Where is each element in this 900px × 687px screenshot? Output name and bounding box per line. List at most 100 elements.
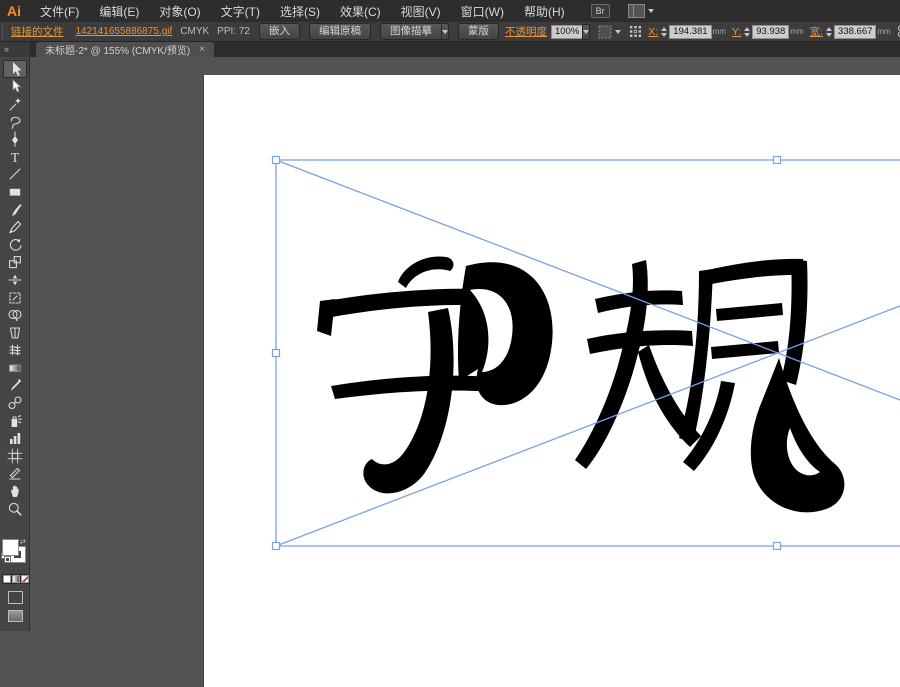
- default-fill-stroke-icon[interactable]: [2, 554, 9, 561]
- type-tool[interactable]: T: [3, 148, 27, 166]
- toolbar-collapse-button[interactable]: »: [0, 42, 30, 57]
- eyedropper-tool[interactable]: [3, 377, 27, 395]
- illustrator-logo: Ai: [0, 3, 30, 19]
- style-thumbnail-icon: [598, 25, 613, 39]
- gradient-mode-button[interactable]: [12, 575, 20, 583]
- menu-effect[interactable]: 效果(C): [330, 3, 391, 20]
- x-unit: mm: [713, 27, 726, 36]
- chevron-down-icon: [648, 9, 654, 13]
- y-unit: mm: [790, 27, 803, 36]
- constrain-proportions-toggle[interactable]: [895, 25, 900, 38]
- chevron-down-icon: [615, 30, 621, 34]
- fill-stroke-controls: ⇄: [0, 538, 29, 630]
- x-input[interactable]: 194.381: [669, 25, 711, 39]
- opacity-input[interactable]: 100%: [551, 25, 583, 39]
- zoom-tool[interactable]: [3, 500, 27, 518]
- paintbrush-tool[interactable]: [3, 201, 27, 219]
- scale-tool[interactable]: [3, 254, 27, 272]
- direct-selection-tool[interactable]: [3, 78, 27, 96]
- width-tool[interactable]: [3, 271, 27, 289]
- menu-view[interactable]: 视图(V): [391, 3, 451, 20]
- mesh-tool[interactable]: [3, 342, 27, 360]
- screen-mode-button[interactable]: [8, 610, 23, 622]
- ppi-label: PPI: 72: [217, 26, 250, 37]
- linked-file-label[interactable]: 链接的文件: [11, 24, 64, 39]
- lasso-icon: [7, 114, 23, 130]
- menu-file[interactable]: 文件(F): [30, 3, 89, 20]
- column-graph-tool[interactable]: [3, 429, 27, 447]
- direct-selection-icon: [7, 78, 23, 94]
- lasso-tool[interactable]: [3, 113, 27, 131]
- close-icon[interactable]: ×: [199, 45, 205, 55]
- width-unit: mm: [877, 27, 890, 36]
- mask-button[interactable]: 蒙版: [458, 23, 499, 40]
- selection-icon: [7, 61, 23, 77]
- color-mode-label: CMYK: [180, 26, 209, 37]
- menu-select[interactable]: 选择(S): [270, 3, 330, 20]
- menu-type[interactable]: 文字(T): [211, 3, 270, 20]
- style-dropdown[interactable]: [598, 25, 621, 39]
- symbol-sprayer-tool[interactable]: [3, 412, 27, 430]
- svg-text:T: T: [10, 150, 19, 165]
- y-input[interactable]: 93.938: [752, 25, 789, 39]
- color-mode-button[interactable]: [3, 575, 11, 583]
- width-input[interactable]: 338.667: [834, 25, 876, 39]
- bridge-button[interactable]: Br: [591, 4, 610, 18]
- artboard-icon: [7, 448, 23, 464]
- y-stepper[interactable]: [744, 27, 750, 37]
- none-mode-button[interactable]: [21, 575, 29, 583]
- blend-icon: [7, 395, 23, 411]
- artboard[interactable]: [203, 75, 900, 687]
- perspective-grid-tool[interactable]: [3, 324, 27, 342]
- slice-icon: [7, 465, 23, 481]
- selection-tool[interactable]: [3, 60, 27, 78]
- menu-object[interactable]: 对象(O): [149, 3, 210, 20]
- blend-tool[interactable]: [3, 394, 27, 412]
- reference-point-selector[interactable]: [629, 25, 642, 38]
- slice-tool[interactable]: [3, 465, 27, 483]
- pencil-icon: [7, 219, 23, 235]
- line-segment-tool[interactable]: [3, 166, 27, 184]
- menu-help[interactable]: 帮助(H): [514, 3, 575, 20]
- width-stepper[interactable]: [826, 27, 832, 37]
- drawing-mode-button[interactable]: [8, 591, 23, 604]
- paintbrush-icon: [7, 202, 23, 218]
- width-label[interactable]: 宽:: [810, 24, 823, 39]
- workspace-switcher[interactable]: [628, 4, 654, 18]
- hand-tool[interactable]: [3, 482, 27, 500]
- magic-wand-icon: [7, 96, 23, 112]
- swap-fill-stroke-icon[interactable]: ⇄: [20, 538, 26, 546]
- opacity-dropdown[interactable]: [582, 24, 590, 40]
- image-trace-dropdown[interactable]: [442, 23, 449, 40]
- zoom-icon: [7, 501, 23, 517]
- gradient-tool[interactable]: [3, 359, 27, 377]
- mesh-icon: [7, 342, 23, 358]
- pencil-tool[interactable]: [3, 218, 27, 236]
- rotate-tool[interactable]: [3, 236, 27, 254]
- tools-panel: T ⇄: [0, 57, 30, 631]
- x-label[interactable]: X:: [648, 26, 658, 38]
- symbol-sprayer-icon: [7, 413, 23, 429]
- image-trace-button[interactable]: 图像描摹: [380, 23, 442, 40]
- pen-tool[interactable]: [3, 130, 27, 148]
- rectangle-tool[interactable]: [3, 183, 27, 201]
- linked-file-name[interactable]: 142141655886875.gif: [76, 26, 173, 37]
- document-tab[interactable]: 未标题-2* @ 155% (CMYK/预览) ×: [36, 42, 214, 57]
- pen-icon: [7, 131, 23, 147]
- magic-wand-tool[interactable]: [3, 95, 27, 113]
- artboard-tool[interactable]: [3, 447, 27, 465]
- opacity-label[interactable]: 不透明度: [505, 24, 547, 39]
- canvas-area[interactable]: [30, 57, 900, 687]
- embed-button[interactable]: 嵌入: [259, 23, 300, 40]
- edit-original-button[interactable]: 编辑原稿: [309, 23, 371, 40]
- x-stepper[interactable]: [661, 27, 667, 37]
- shape-builder-tool[interactable]: [3, 306, 27, 324]
- rectangle-icon: [7, 184, 23, 200]
- perspective-grid-icon: [7, 325, 23, 341]
- menu-window[interactable]: 窗口(W): [451, 3, 514, 20]
- chevron-down-icon: [583, 30, 589, 34]
- free-transform-tool[interactable]: [3, 289, 27, 307]
- y-label[interactable]: Y:: [732, 26, 741, 38]
- fill-swatch[interactable]: [3, 540, 18, 555]
- menu-edit[interactable]: 编辑(E): [89, 3, 149, 20]
